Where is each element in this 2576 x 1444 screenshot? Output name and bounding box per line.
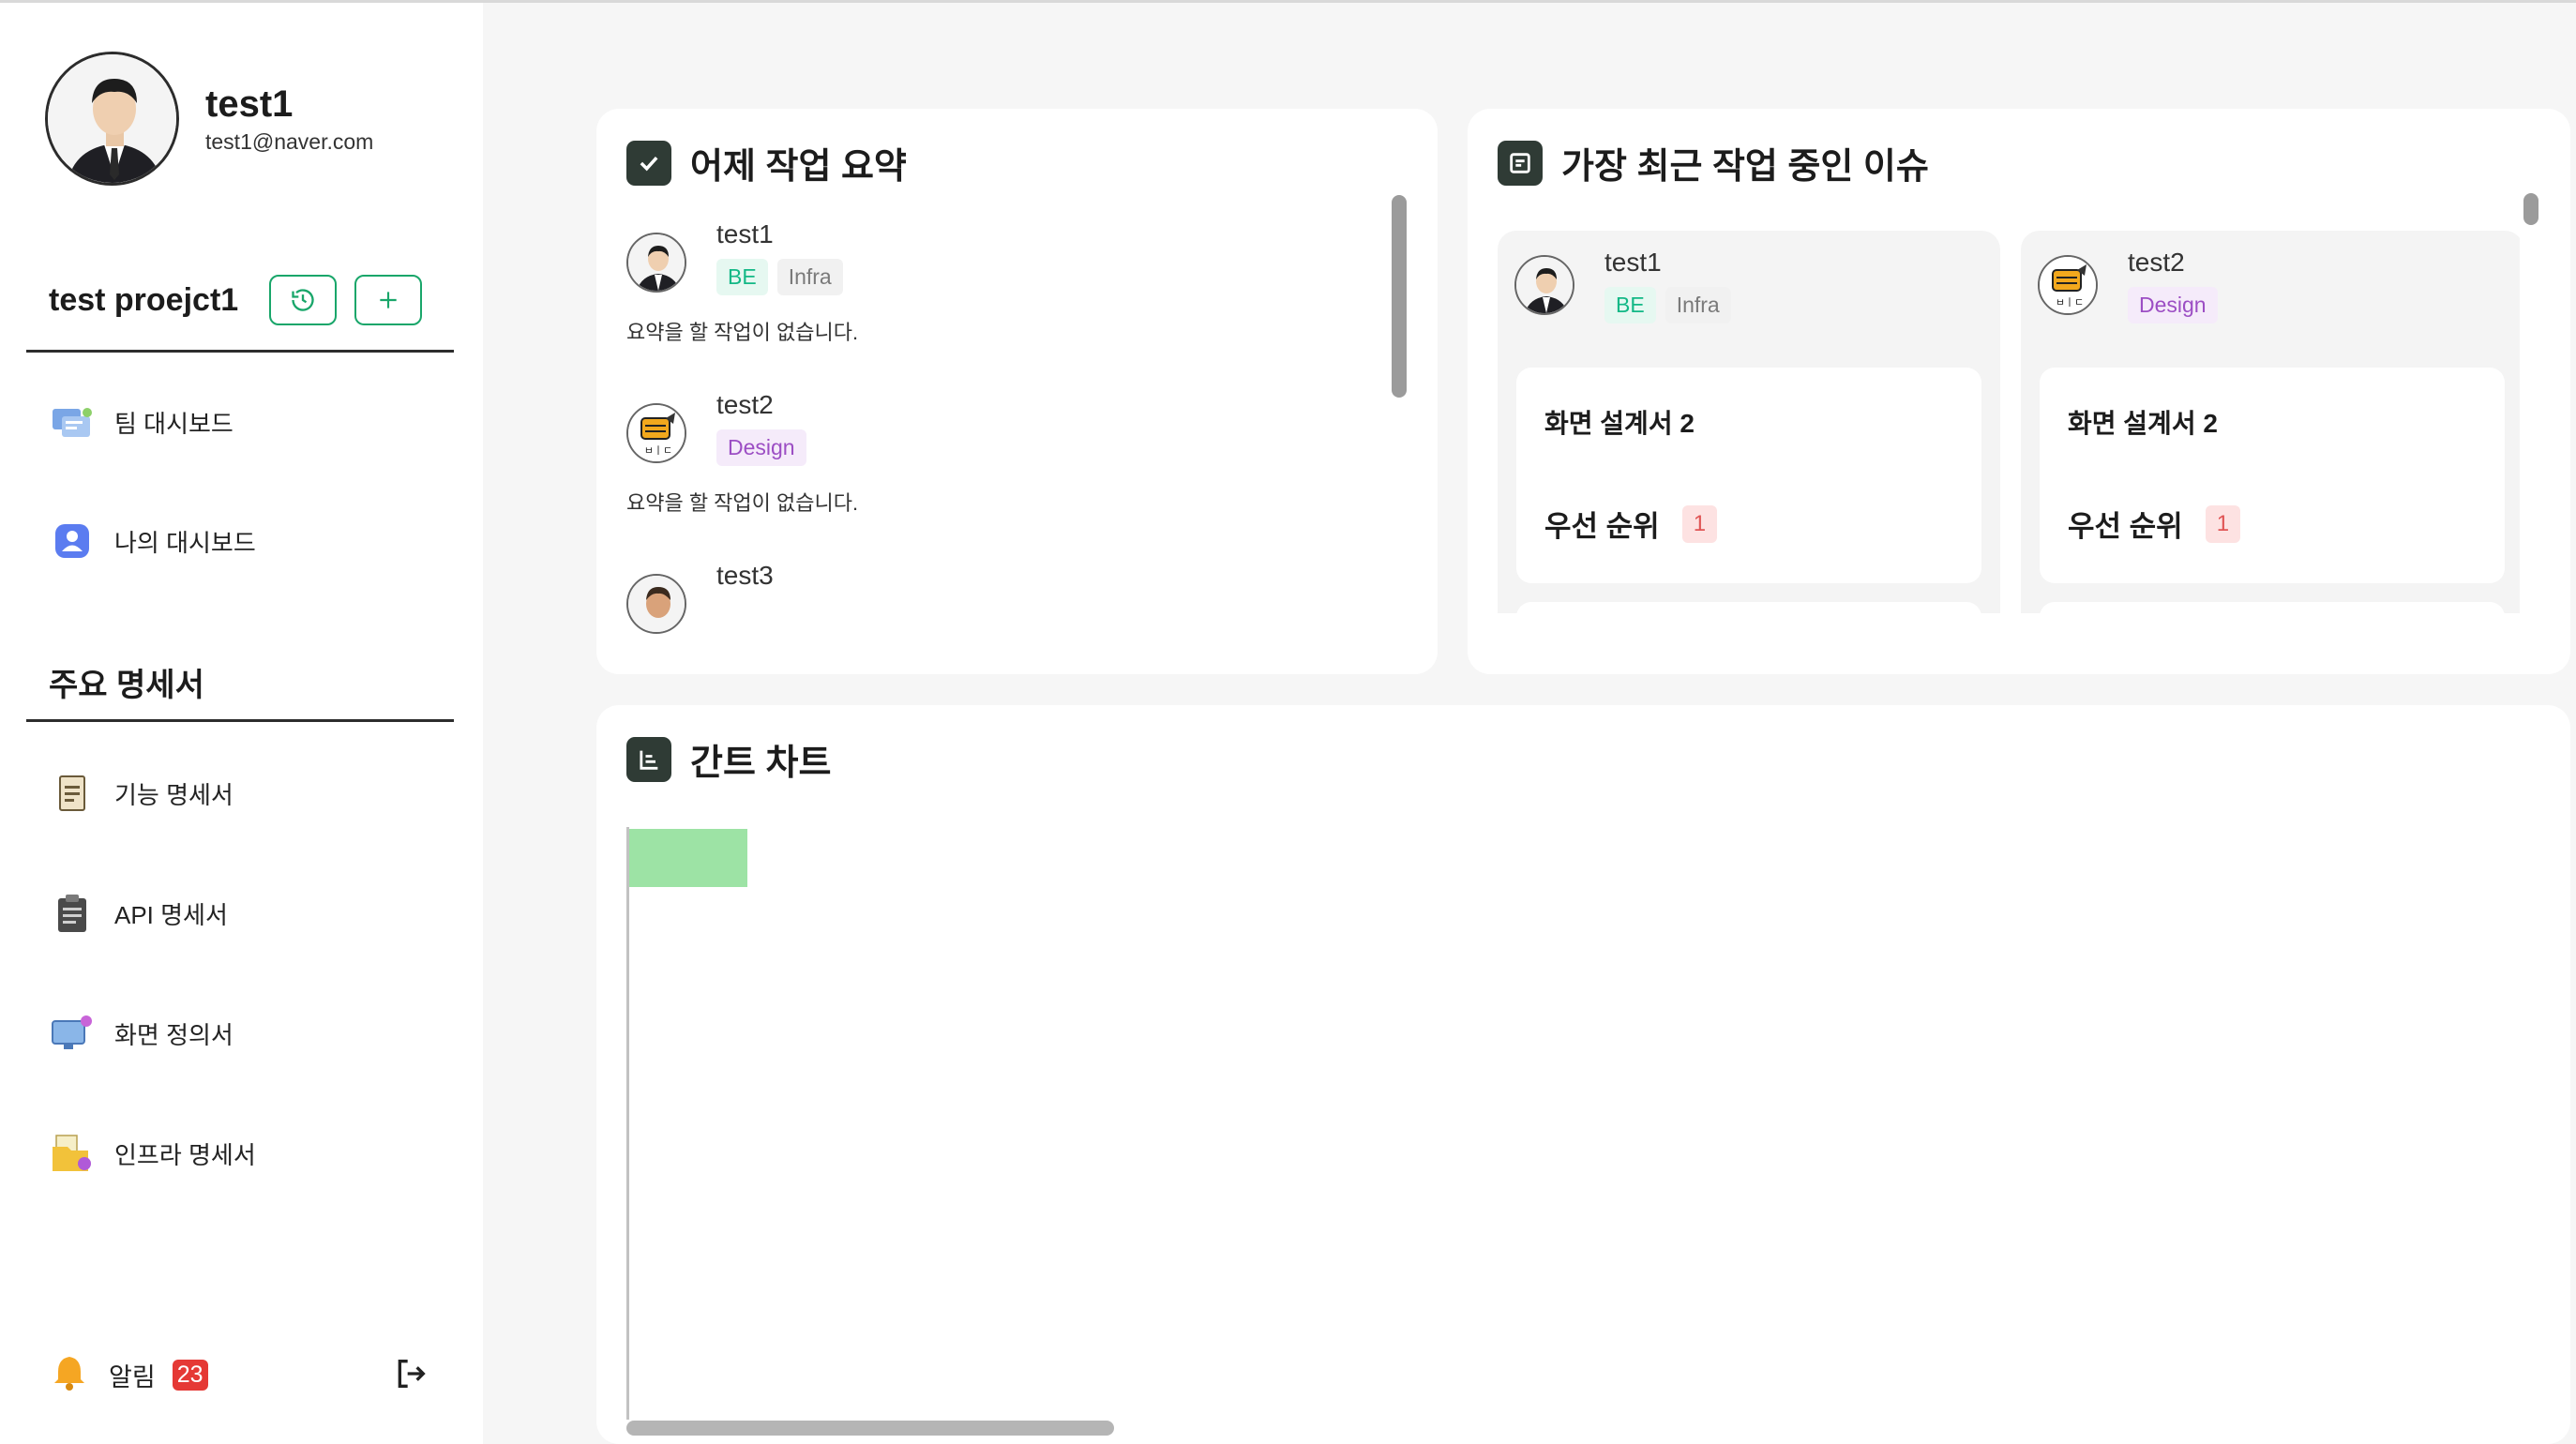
list-item: test1 BE Infra 요약을 할 작업이 없습니다. [626,219,1377,390]
priority-row: 우선 순위 1 [2068,503,2241,545]
issue-column: test1 BE Infra 화면 설계서 2 우선 순위 1 [1498,231,2000,613]
card-title: 간트 차트 [690,744,832,783]
team-dashboard-icon [51,400,94,444]
summary-scrollbar[interactable] [1392,195,1407,398]
recent-issues-card: 가장 최근 작업 중인 이슈 test1 BE Infra 화면 설계서 2 우… [1468,109,2570,674]
priority-row: 우선 순위 1 [1544,503,1718,545]
user-name: test1 [716,219,774,248]
avatar [45,52,179,186]
gantt-bar[interactable] [629,829,747,887]
issue-card[interactable]: 화면 설계서 2 우선 순위 1 [2040,368,2505,583]
role-tag: Infra [776,259,843,295]
sidebar-item-infra-spec[interactable]: 인프라 명세서 [51,1132,256,1175]
sidebar-item-screen-spec[interactable]: 화면 정의서 [51,1012,233,1055]
profile-email: test1@naver.com [205,128,374,154]
card-title: 어제 작업 요약 [690,147,907,187]
gantt-axis [626,827,629,1420]
user-name: test2 [716,390,774,419]
specs-section-title: 주요 명세서 [49,668,204,703]
sidebar-item-my-dashboard[interactable]: 나의 대시보드 [51,519,256,563]
sidebar-item-label: 화면 정의서 [114,1020,233,1049]
issue-card[interactable] [2040,602,2505,613]
role-tag: BE [1604,287,1656,323]
history-icon [292,289,314,311]
project-name: test proejct1 [49,281,239,318]
issue-title: 화면 설계서 2 [2068,409,2218,438]
project-history-button[interactable] [269,275,338,325]
svg-text:ㅂㅣㄷ: ㅂㅣㄷ [644,444,672,457]
avatar: ㅂㅣㄷ [626,403,686,463]
sidebar-item-label: 기능 명세서 [114,780,233,809]
specs-divider [26,719,454,722]
avatar [626,574,686,634]
issues-board[interactable]: test1 BE Infra 화면 설계서 2 우선 순위 1 ㅂㅣㄷ test… [1498,231,2520,613]
issue-column: ㅂㅣㄷ test2 Design 화면 설계서 2 우선 순위 1 [2021,231,2520,613]
issues-scrollbar[interactable] [2523,193,2538,225]
logout-button[interactable] [392,1355,433,1396]
yesterday-summary-card: 어제 작업 요약 test1 BE Infra 요약을 할 작업이 없습니다. [596,109,1438,674]
user-name: test2 [2128,248,2185,277]
gantt-chart[interactable] [626,827,2502,1435]
issue-card[interactable] [1516,602,1981,613]
checkbox-icon [626,140,671,186]
document-icon [51,772,94,815]
summary-list[interactable]: test1 BE Infra 요약을 할 작업이 없습니다. ㅂㅣㄷ test2… [626,219,1377,728]
user-profile[interactable]: test1 test1@naver.com [45,52,373,186]
sidebar-item-label: 나의 대시보드 [114,528,256,557]
avatar [1514,255,1574,315]
gantt-chart-card: 간트 차트 [596,705,2570,1444]
role-tag: Infra [1665,287,1731,323]
chart-icon [626,736,671,782]
add-project-button[interactable] [354,275,423,325]
summary-note: 요약을 할 작업이 없습니다. [626,491,859,515]
card-title: 가장 최근 작업 중인 이슈 [1561,147,1929,187]
user-icon [51,519,94,563]
project-divider [26,350,454,353]
logout-icon [398,1360,426,1388]
sidebar-item-label: 팀 대시보드 [114,409,233,438]
user-name: test3 [716,561,774,590]
priority-label: 우선 순위 [1544,510,1660,543]
issue-card[interactable]: 화면 설계서 2 우선 순위 1 [1516,368,1981,583]
clipboard-icon [51,892,94,935]
note-icon [1498,140,1543,186]
avatar [626,233,686,293]
folder-icon [51,1132,94,1175]
sidebar-item-feature-spec[interactable]: 기능 명세서 [51,772,233,815]
summary-note: 요약을 할 작업이 없습니다. [626,321,859,344]
alarm-count-badge: 23 [172,1360,208,1391]
svg-text:ㅂㅣㄷ: ㅂㅣㄷ [2056,296,2084,308]
alarm-label: 알림 [109,1363,156,1391]
alarm-button[interactable]: 알림 23 [53,1353,208,1397]
bell-icon [53,1353,86,1397]
sidebar-item-team-dashboard[interactable]: 팀 대시보드 [51,400,233,444]
priority-badge: 1 [1681,504,1718,543]
plus-icon [380,292,397,308]
avatar: ㅂㅣㄷ [2038,255,2098,315]
priority-badge: 1 [2205,504,2241,543]
profile-name: test1 [205,83,294,125]
sidebar-item-api-spec[interactable]: API 명세서 [51,892,228,935]
sidebar: test1 test1@naver.com test proejct1 팀 대시… [0,3,483,1444]
sidebar-item-label: API 명세서 [114,900,228,929]
project-header: test proejct1 [49,275,452,325]
issue-title: 화면 설계서 2 [1544,409,1695,438]
list-item: ㅂㅣㄷ test2 Design 요약을 할 작업이 없습니다. [626,390,1377,561]
role-tag: Design [2128,287,2218,323]
role-tag: BE [716,259,768,295]
sidebar-item-label: 인프라 명세서 [114,1140,256,1169]
gantt-scrollbar[interactable] [626,1421,1114,1436]
monitor-icon [51,1012,94,1055]
role-tag: Design [716,429,806,466]
priority-label: 우선 순위 [2068,510,2183,543]
user-name: test1 [1604,248,1662,277]
list-item: test3 [626,561,1377,728]
